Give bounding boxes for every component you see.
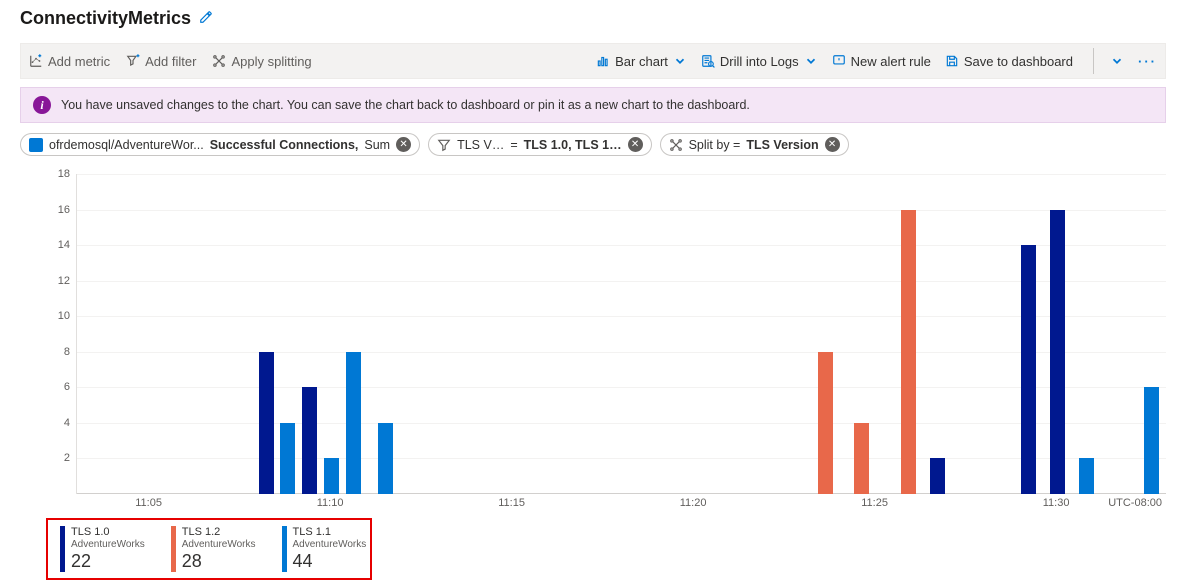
scope-text: ofrdemosql/AdventureWor...	[49, 138, 204, 152]
unsaved-changes-banner: i You have unsaved changes to the chart.…	[20, 87, 1166, 123]
toolbar-divider	[1093, 48, 1094, 74]
remove-split-icon[interactable]: ✕	[825, 137, 840, 152]
x-tick: 11:25	[861, 497, 888, 509]
x-tick: 11:30	[1043, 497, 1070, 509]
resource-icon	[29, 138, 43, 152]
add-metric-button[interactable]: Add metric	[29, 54, 110, 69]
legend-item[interactable]: TLS 1.0AdventureWorks22	[60, 526, 145, 572]
utc-label: UTC-08:00	[1108, 497, 1162, 509]
x-tick: 11:10	[317, 497, 344, 509]
chart-bar[interactable]	[346, 352, 361, 494]
chart-toolbar: Add metric Add filter Apply splitting Ba…	[20, 43, 1166, 79]
split-prefix: Split by =	[689, 138, 741, 152]
filter-prefix: TLS V…	[457, 138, 504, 152]
metric-scope-pill[interactable]: ofrdemosql/AdventureWor... Successful Co…	[20, 133, 420, 156]
chart-bar[interactable]	[930, 458, 945, 494]
legend-series-name: TLS 1.1	[293, 526, 367, 539]
legend-series-sub: AdventureWorks	[182, 539, 256, 551]
chart-bar[interactable]	[280, 423, 295, 494]
drill-into-logs-dropdown[interactable]: Drill into Logs	[701, 54, 818, 69]
metric-name: Successful Connections,	[210, 138, 359, 152]
metrics-chart: 24681012141618 11:0511:1011:1511:2011:25…	[46, 174, 1166, 514]
filter-icon	[437, 138, 451, 152]
info-icon: i	[33, 96, 51, 114]
new-alert-label: New alert rule	[851, 54, 931, 69]
legend-series-value: 44	[293, 551, 367, 572]
chart-type-label: Bar chart	[615, 54, 668, 69]
chart-type-dropdown[interactable]: Bar chart	[596, 54, 687, 69]
y-tick: 4	[64, 417, 70, 429]
add-filter-button[interactable]: Add filter	[126, 54, 196, 69]
chart-bar[interactable]	[378, 423, 393, 494]
filter-pill[interactable]: TLS V… = TLS 1.0, TLS 1… ✕	[428, 133, 652, 156]
edit-icon[interactable]	[199, 10, 213, 27]
legend-color-swatch	[171, 526, 176, 572]
legend-item[interactable]: TLS 1.2AdventureWorks28	[171, 526, 256, 572]
chart-plot-area[interactable]	[76, 174, 1166, 494]
legend-series-sub: AdventureWorks	[293, 539, 367, 551]
chevron-down-icon	[1110, 54, 1124, 68]
legend-series-name: TLS 1.2	[182, 526, 256, 539]
split-pill[interactable]: Split by = TLS Version ✕	[660, 133, 849, 156]
banner-text: You have unsaved changes to the chart. Y…	[61, 98, 750, 112]
legend-series-value: 28	[182, 551, 256, 572]
legend-series-name: TLS 1.0	[71, 526, 145, 539]
more-menu-button[interactable]: ···	[1138, 54, 1157, 69]
filter-value: TLS 1.0, TLS 1…	[524, 138, 622, 152]
remove-metric-icon[interactable]: ✕	[396, 137, 411, 152]
chart-bar[interactable]	[854, 423, 869, 494]
chart-bar[interactable]	[259, 352, 274, 494]
chart-bar[interactable]	[1021, 245, 1036, 494]
metric-agg: Sum	[364, 138, 390, 152]
y-tick: 12	[58, 275, 70, 287]
chart-bar[interactable]	[1079, 458, 1094, 494]
drill-logs-label: Drill into Logs	[720, 54, 799, 69]
legend-color-swatch	[282, 526, 287, 572]
legend-highlight-box: TLS 1.0AdventureWorks22TLS 1.2AdventureW…	[46, 518, 372, 580]
page-title: ConnectivityMetrics	[20, 8, 191, 29]
y-tick: 14	[58, 239, 70, 251]
save-to-dashboard-button[interactable]: Save to dashboard	[945, 54, 1073, 69]
x-tick: 11:05	[135, 497, 162, 509]
apply-splitting-button[interactable]: Apply splitting	[212, 54, 311, 69]
filter-eq: =	[510, 138, 517, 152]
new-alert-rule-button[interactable]: New alert rule	[832, 54, 931, 69]
add-metric-label: Add metric	[48, 54, 110, 69]
apply-splitting-label: Apply splitting	[231, 54, 311, 69]
legend-item[interactable]: TLS 1.1AdventureWorks44	[282, 526, 367, 572]
chart-bar[interactable]	[1050, 210, 1065, 494]
save-dashboard-chevron[interactable]	[1110, 54, 1124, 68]
legend-color-swatch	[60, 526, 65, 572]
y-tick: 8	[64, 346, 70, 358]
split-value: TLS Version	[746, 138, 818, 152]
legend-series-value: 22	[71, 551, 145, 572]
chevron-down-icon	[673, 54, 687, 68]
legend-series-sub: AdventureWorks	[71, 539, 145, 551]
y-tick: 10	[58, 310, 70, 322]
y-tick: 18	[58, 168, 70, 180]
remove-filter-icon[interactable]: ✕	[628, 137, 643, 152]
chart-bar[interactable]	[818, 352, 833, 494]
y-tick: 6	[64, 381, 70, 393]
chart-bar[interactable]	[901, 210, 916, 494]
chart-bar[interactable]	[324, 458, 339, 494]
y-tick: 16	[58, 204, 70, 216]
y-tick: 2	[64, 452, 70, 464]
save-dashboard-label: Save to dashboard	[964, 54, 1073, 69]
x-tick: 11:20	[680, 497, 707, 509]
chart-bar[interactable]	[1144, 387, 1159, 494]
chevron-down-icon	[804, 54, 818, 68]
chart-bar[interactable]	[302, 387, 317, 494]
x-tick: 11:15	[498, 497, 525, 509]
split-icon	[669, 138, 683, 152]
add-filter-label: Add filter	[145, 54, 196, 69]
